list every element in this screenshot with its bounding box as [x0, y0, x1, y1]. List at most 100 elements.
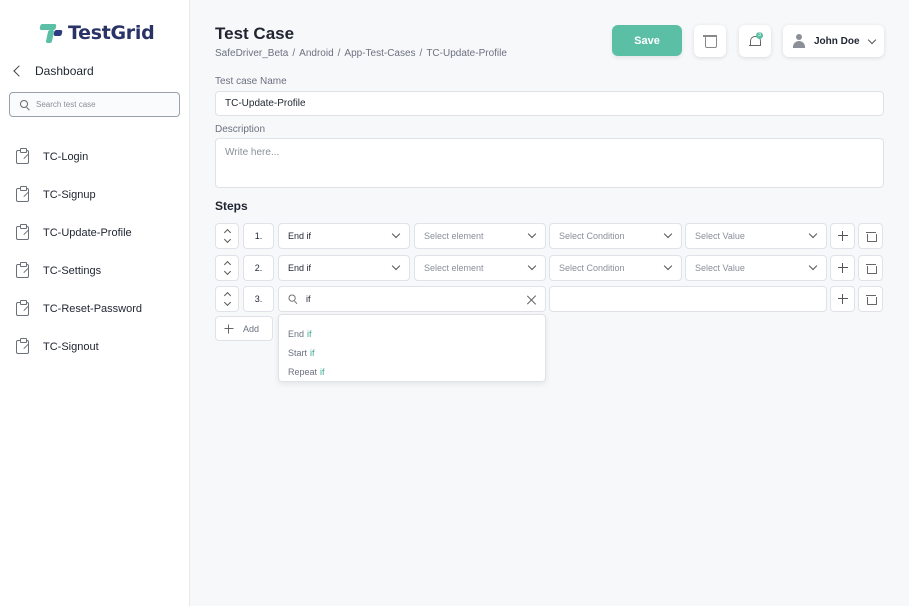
- trash-icon: [705, 35, 715, 47]
- chevron-down-icon: [809, 262, 817, 270]
- delete-test-case-button[interactable]: [694, 25, 726, 57]
- empty-step-field[interactable]: [549, 286, 827, 312]
- dropdown-option-repeat-if[interactable]: Repeatif: [279, 362, 545, 381]
- sidebar-item-label: TC-Signout: [43, 341, 99, 353]
- chevron-down-icon: [809, 230, 817, 238]
- option-text: Repeat: [288, 367, 317, 377]
- dropdown-option-start-if[interactable]: Startif: [279, 343, 545, 362]
- sidebar-item-label: TC-Signup: [43, 189, 96, 201]
- action-dropdown-menu: Endif Startif Repeatif: [278, 314, 546, 382]
- sidebar-item-tc-signout[interactable]: TC-Signout: [16, 328, 142, 366]
- breadcrumb-item-current: TC-Update-Profile: [426, 48, 507, 59]
- action-search-input[interactable]: [306, 294, 526, 304]
- description-textarea[interactable]: [215, 138, 884, 188]
- plus-icon: [225, 324, 234, 333]
- condition-select[interactable]: Select Condition: [549, 255, 682, 281]
- breadcrumb-item-platform[interactable]: Android: [299, 48, 333, 59]
- breadcrumb-separator: /: [292, 48, 295, 59]
- test-case-name-label: Test case Name: [215, 76, 287, 87]
- plus-icon: [838, 231, 848, 241]
- insert-step-button[interactable]: [830, 223, 855, 249]
- step-number: 2.: [243, 255, 274, 281]
- steps-heading: Steps: [215, 199, 248, 213]
- option-match-highlight: if: [320, 367, 325, 377]
- value-select[interactable]: Select Value: [685, 255, 827, 281]
- sidebar-item-tc-signup[interactable]: TC-Signup: [16, 176, 142, 214]
- chevron-down-icon: [392, 262, 400, 270]
- add-step-label: Add: [243, 324, 259, 334]
- element-select[interactable]: Select element: [414, 223, 546, 249]
- element-select-placeholder: Select element: [424, 231, 484, 241]
- trash-icon: [867, 295, 875, 304]
- option-text: Start: [288, 348, 307, 358]
- back-to-dashboard[interactable]: Dashboard: [12, 64, 94, 78]
- chevron-down-icon: [223, 299, 230, 306]
- sidebar-item-label: TC-Login: [43, 151, 88, 163]
- dropdown-option-end-if[interactable]: Endif: [279, 324, 545, 343]
- value-select-placeholder: Select Value: [695, 231, 745, 241]
- condition-select[interactable]: Select Condition: [549, 223, 682, 249]
- insert-step-button[interactable]: [830, 286, 855, 312]
- back-label: Dashboard: [35, 64, 94, 78]
- test-case-list: TC-Login TC-Signup TC-Update-Profile TC-…: [16, 138, 142, 366]
- search-icon: [20, 100, 30, 110]
- breadcrumb-item-project[interactable]: SafeDriver_Beta: [215, 48, 288, 59]
- notifications-button[interactable]: 3: [739, 25, 771, 57]
- sidebar-item-tc-reset-password[interactable]: TC-Reset-Password: [16, 290, 142, 328]
- option-match-highlight: if: [307, 329, 312, 339]
- chevron-down-icon: [528, 262, 536, 270]
- logo[interactable]: TestGrid: [40, 22, 154, 44]
- action-search-combobox: [278, 286, 546, 312]
- chevron-down-icon: [664, 230, 672, 238]
- sidebar-item-label: TC-Reset-Password: [43, 303, 142, 315]
- user-menu[interactable]: John Doe: [783, 25, 884, 57]
- value-select[interactable]: Select Value: [685, 223, 827, 249]
- logo-text: TestGrid: [68, 22, 154, 44]
- trash-icon: [867, 264, 875, 273]
- user-name: John Doe: [814, 36, 860, 47]
- chevron-down-icon: [223, 236, 230, 243]
- option-match-highlight: if: [310, 348, 315, 358]
- add-step-button[interactable]: Add: [215, 316, 273, 341]
- insert-step-button[interactable]: [830, 255, 855, 281]
- edit-clipboard-icon: [16, 150, 29, 164]
- chevron-down-icon: [664, 262, 672, 270]
- search-box: [9, 92, 180, 117]
- breadcrumb-separator: /: [420, 48, 423, 59]
- action-select[interactable]: End if: [278, 255, 410, 281]
- edit-clipboard-icon: [16, 188, 29, 202]
- search-input[interactable]: [36, 100, 166, 109]
- condition-select-placeholder: Select Condition: [559, 263, 625, 273]
- step-number: 1.: [243, 223, 274, 249]
- edit-clipboard-icon: [16, 226, 29, 240]
- sidebar-item-tc-settings[interactable]: TC-Settings: [16, 252, 142, 290]
- reorder-handle[interactable]: [215, 223, 239, 249]
- action-select-value: End if: [288, 263, 311, 273]
- sidebar: TestGrid Dashboard TC-Login TC-Signup TC…: [0, 0, 190, 606]
- reorder-handle[interactable]: [215, 255, 239, 281]
- element-select[interactable]: Select element: [414, 255, 546, 281]
- reorder-handle[interactable]: [215, 286, 239, 312]
- action-select-value: End if: [288, 231, 311, 241]
- test-case-name-input[interactable]: [215, 91, 884, 116]
- breadcrumb: SafeDriver_Beta / Android / App-Test-Cas…: [215, 48, 507, 59]
- chevron-left-icon: [13, 65, 24, 76]
- delete-step-button[interactable]: [858, 286, 883, 312]
- sidebar-item-label: TC-Update-Profile: [43, 227, 132, 239]
- close-icon[interactable]: [527, 295, 537, 305]
- edit-clipboard-icon: [16, 264, 29, 278]
- sidebar-item-label: TC-Settings: [43, 265, 101, 277]
- save-button[interactable]: Save: [612, 25, 682, 56]
- delete-step-button[interactable]: [858, 223, 883, 249]
- sidebar-item-tc-update-profile[interactable]: TC-Update-Profile: [16, 214, 142, 252]
- chevron-down-icon: [223, 268, 230, 275]
- breadcrumb-item-suite[interactable]: App-Test-Cases: [344, 48, 415, 59]
- chevron-down-icon: [528, 230, 536, 238]
- plus-icon: [838, 263, 848, 273]
- action-select[interactable]: End if: [278, 223, 410, 249]
- delete-step-button[interactable]: [858, 255, 883, 281]
- sidebar-item-tc-login[interactable]: TC-Login: [16, 138, 142, 176]
- testgrid-logo-icon: [40, 22, 62, 44]
- notification-badge: 3: [756, 32, 763, 39]
- element-select-placeholder: Select element: [424, 263, 484, 273]
